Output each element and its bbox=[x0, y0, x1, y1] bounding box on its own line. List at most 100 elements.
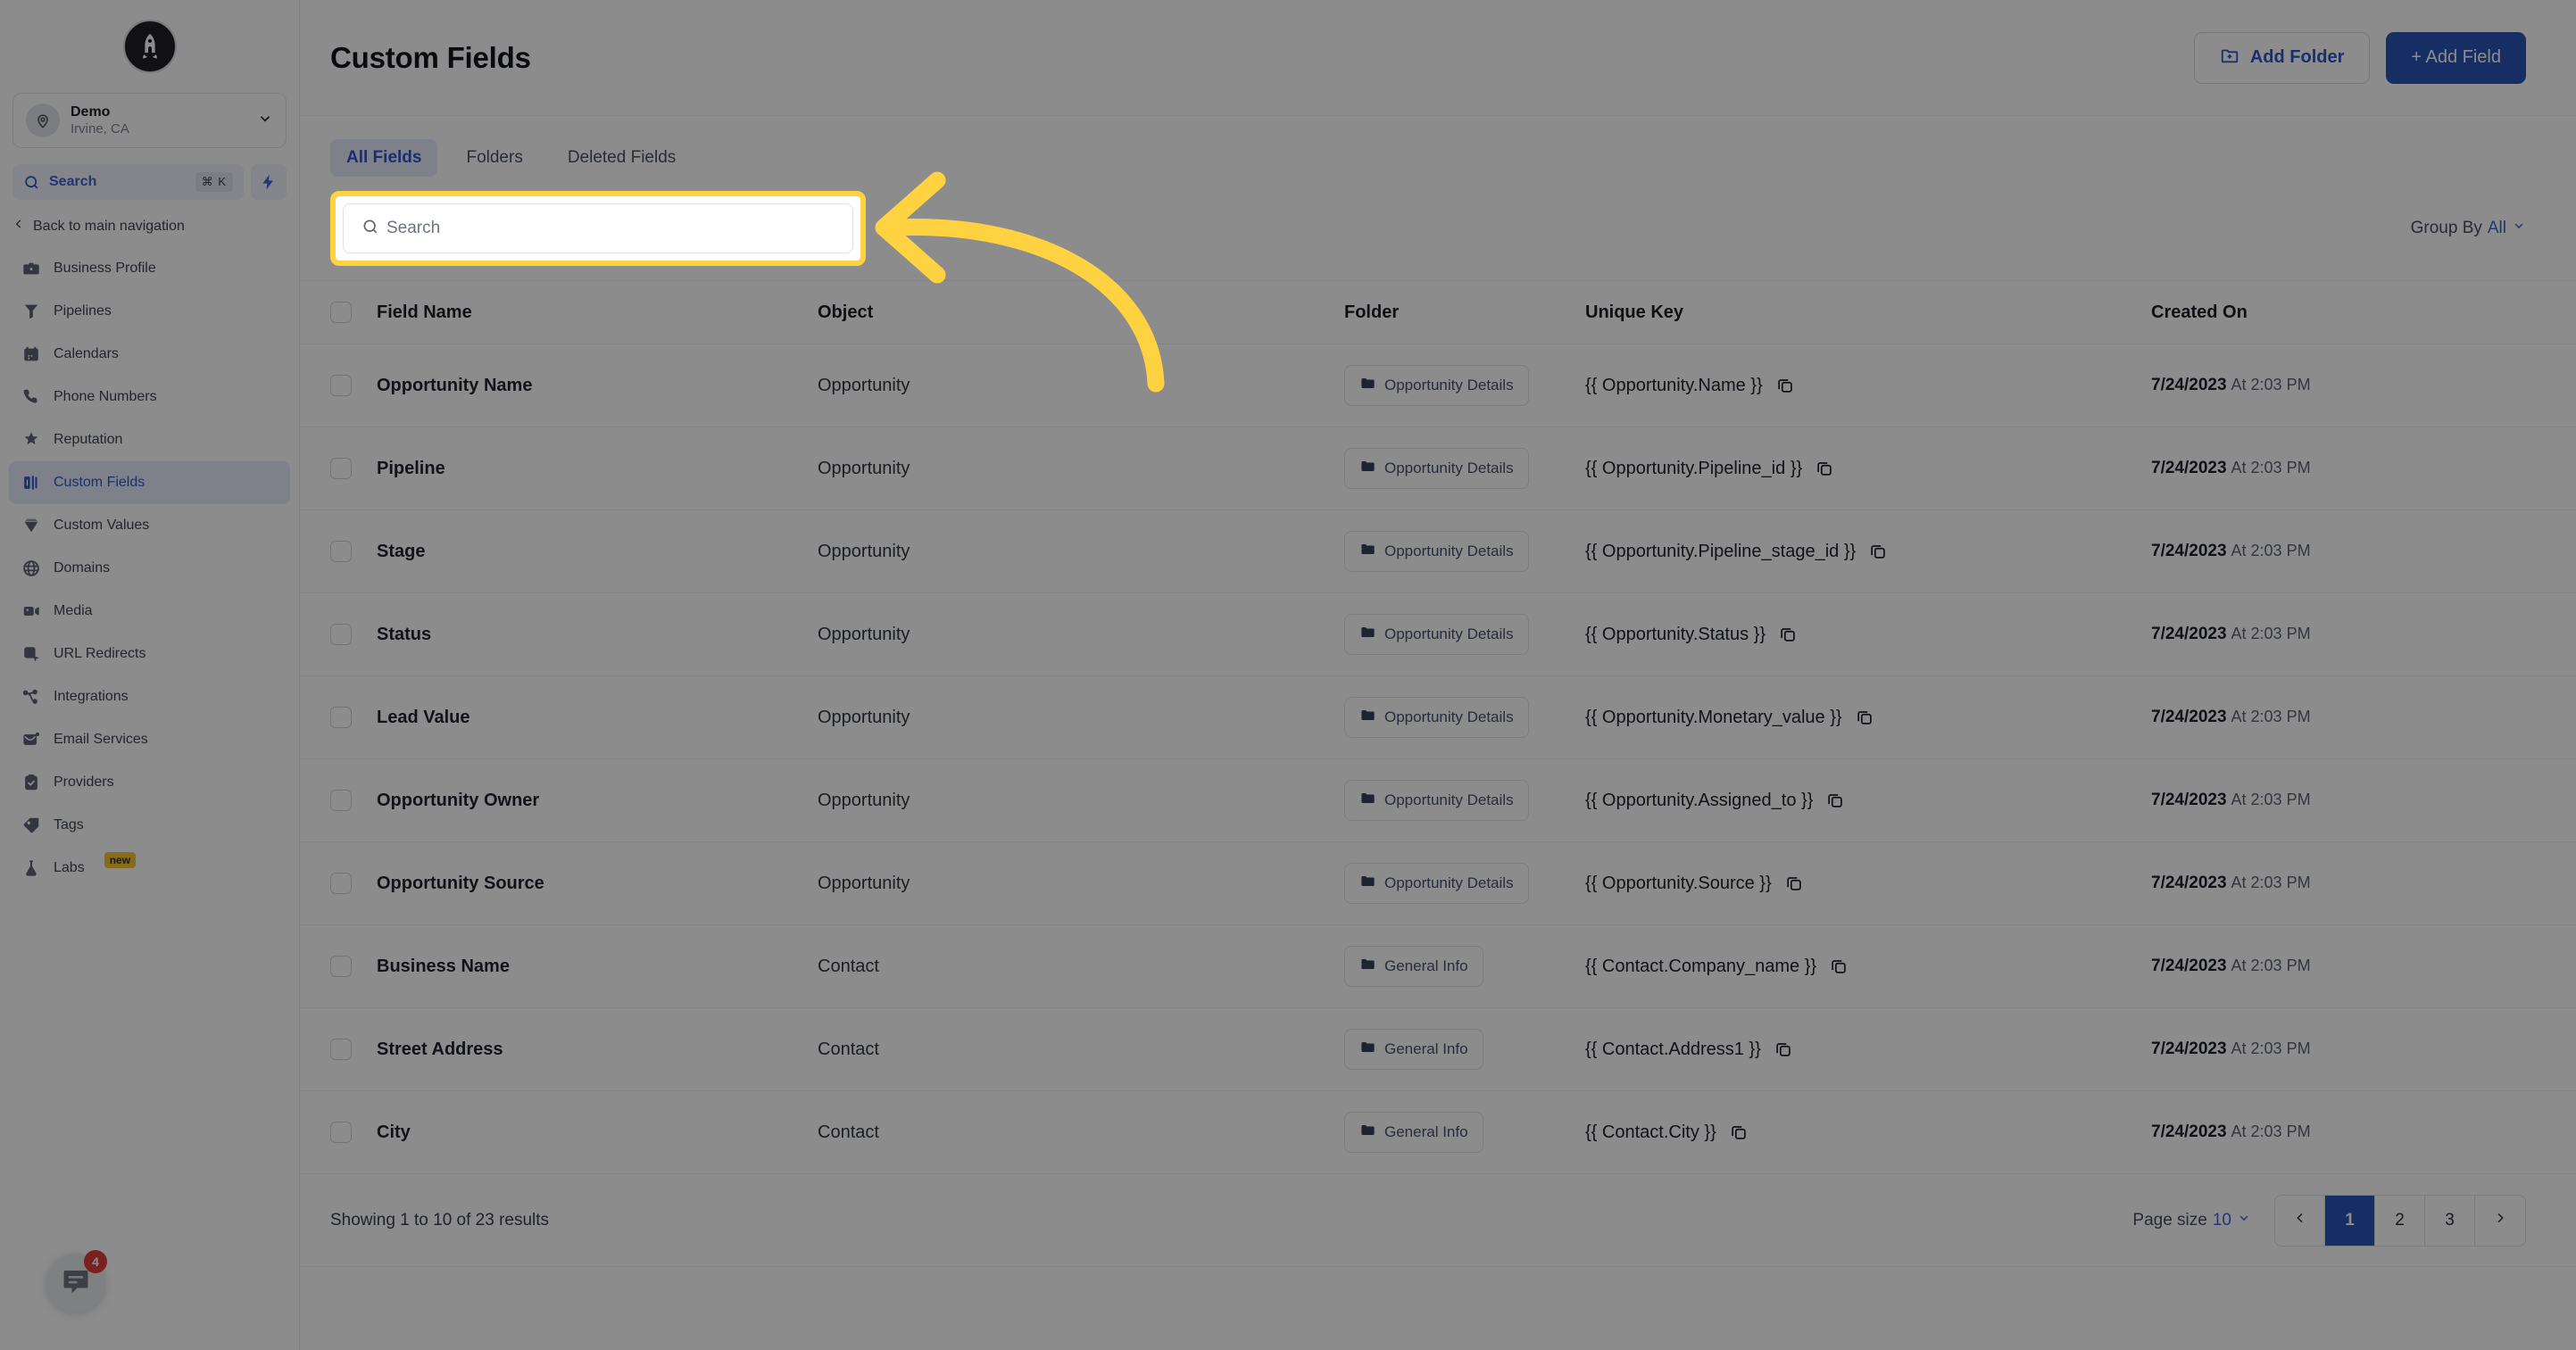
cell-folder: General Info bbox=[1344, 1112, 1585, 1153]
back-to-main-navigation[interactable]: Back to main navigation bbox=[12, 218, 285, 235]
folder-chip[interactable]: Opportunity Details bbox=[1344, 780, 1529, 821]
add-field-button[interactable]: + Add Field bbox=[2386, 31, 2526, 84]
sidebar-item-pipelines[interactable]: Pipelines bbox=[9, 290, 290, 333]
table-row[interactable]: Business Name Contact General Info {{ Conta… bbox=[300, 925, 2576, 1008]
row-checkbox[interactable] bbox=[330, 956, 352, 977]
sidebar-item-phone-numbers[interactable]: Phone Numbers bbox=[9, 376, 290, 418]
pager-prev-button[interactable] bbox=[2275, 1195, 2325, 1246]
table-row[interactable]: Opportunity Source Opportunity Opportunity… bbox=[300, 842, 2576, 925]
folder-chip[interactable]: Opportunity Details bbox=[1344, 365, 1529, 406]
row-checkbox[interactable] bbox=[330, 375, 352, 396]
cell-unique-key: {{ Opportunity.Pipeline_stage_id }} bbox=[1585, 542, 2151, 562]
copy-icon[interactable] bbox=[1774, 1039, 1793, 1059]
sidebar-item-label: Email Services bbox=[54, 732, 148, 747]
copy-icon[interactable] bbox=[1775, 376, 1795, 395]
sidebar-item-url-redirects[interactable]: URL Redirects bbox=[9, 633, 290, 675]
chevron-down-icon[interactable] bbox=[257, 111, 273, 131]
table-row[interactable]: Pipeline Opportunity Opportunity Details {{… bbox=[300, 427, 2576, 510]
pager-next-button[interactable] bbox=[2475, 1195, 2525, 1246]
select-all-checkbox[interactable] bbox=[330, 302, 352, 323]
sidebar-item-business-profile[interactable]: Business Profile bbox=[9, 247, 290, 290]
folder-chip[interactable]: Opportunity Details bbox=[1344, 531, 1529, 572]
row-checkbox[interactable] bbox=[330, 873, 352, 894]
row-checkbox-cell bbox=[330, 790, 377, 811]
copy-icon[interactable] bbox=[1855, 708, 1874, 727]
rocket-logo-icon[interactable] bbox=[122, 20, 177, 73]
tab-folders[interactable]: Folders bbox=[450, 139, 538, 177]
unique-key-text: {{ Opportunity.Pipeline_id }} bbox=[1585, 458, 1803, 478]
copy-icon[interactable] bbox=[1778, 625, 1798, 644]
unique-key-text: {{ Contact.Company_name }} bbox=[1585, 956, 1817, 976]
sidebar-item-domains[interactable]: Domains bbox=[9, 547, 290, 590]
tab-all-fields[interactable]: All Fields bbox=[330, 139, 438, 177]
folder-chip[interactable]: General Info bbox=[1344, 1112, 1483, 1153]
row-checkbox[interactable] bbox=[330, 790, 352, 811]
table-row[interactable]: Opportunity Owner Opportunity Opportunity … bbox=[300, 759, 2576, 842]
created-date: 7/24/2023 bbox=[2151, 376, 2227, 394]
table-row[interactable]: Stage Opportunity Opportunity Details {{ Op… bbox=[300, 510, 2576, 593]
copy-icon[interactable] bbox=[1829, 957, 1849, 976]
sidebar-item-calendars[interactable]: Calendars bbox=[9, 333, 290, 376]
global-search-button[interactable]: Search ⌘ K bbox=[12, 164, 244, 200]
sidebar-item-providers[interactable]: Providers bbox=[9, 761, 290, 804]
tab-deleted-fields[interactable]: Deleted Fields bbox=[552, 139, 692, 177]
column-header-field-name[interactable]: Field Name bbox=[377, 302, 818, 323]
cell-created-on: 7/24/2023 At 2:03 PM bbox=[2151, 625, 2526, 644]
add-folder-button[interactable]: Add Folder bbox=[2193, 31, 2371, 84]
row-checkbox-cell bbox=[330, 624, 377, 645]
table-row[interactable]: Opportunity Name Opportunity Opportunity D… bbox=[300, 344, 2576, 427]
logo-container bbox=[0, 0, 299, 82]
folder-chip[interactable]: Opportunity Details bbox=[1344, 614, 1529, 655]
table-row[interactable]: Lead Value Opportunity Opportunity Details… bbox=[300, 676, 2576, 759]
search-input[interactable]: Search bbox=[386, 219, 440, 238]
location-switcher[interactable]: Demo Irvine, CA bbox=[12, 93, 287, 148]
column-header-object[interactable]: Object bbox=[818, 302, 1344, 323]
folder-chip[interactable]: General Info bbox=[1344, 946, 1483, 987]
chevron-left-icon bbox=[12, 218, 25, 235]
column-header-folder[interactable]: Folder bbox=[1344, 302, 1585, 323]
sidebar-item-media[interactable]: Media bbox=[9, 590, 290, 633]
table-row[interactable]: City Contact General Info {{ Contact.City }… bbox=[300, 1091, 2576, 1174]
folder-chip[interactable]: Opportunity Details bbox=[1344, 448, 1529, 489]
row-checkbox[interactable] bbox=[330, 458, 352, 479]
sidebar-item-labs[interactable]: Labs new bbox=[9, 847, 290, 890]
sidebar-item-email-services[interactable]: Email Services bbox=[9, 718, 290, 761]
row-checkbox[interactable] bbox=[330, 707, 352, 728]
sidebar-item-reputation[interactable]: Reputation bbox=[9, 418, 290, 461]
copy-icon[interactable] bbox=[1825, 791, 1845, 810]
folder-chip[interactable]: Opportunity Details bbox=[1344, 863, 1529, 904]
column-header-created-on[interactable]: Created On bbox=[2151, 302, 2526, 323]
sidebar-item-custom-fields[interactable]: Custom Fields bbox=[9, 461, 290, 504]
created-time: At 2:03 PM bbox=[2231, 874, 2311, 891]
table-row[interactable]: Street Address Contact General Info {{ Cont… bbox=[300, 1008, 2576, 1091]
sidebar-item-custom-values[interactable]: Custom Values bbox=[9, 504, 290, 547]
search-input-wrapper[interactable]: Search bbox=[343, 203, 853, 253]
pager-page-button[interactable]: 2 bbox=[2375, 1195, 2425, 1246]
main-content: Custom Fields Add Folder + Add Field All… bbox=[300, 0, 2576, 1350]
row-checkbox[interactable] bbox=[330, 1039, 352, 1060]
sidebar-item-tags[interactable]: Tags bbox=[9, 804, 290, 847]
copy-icon[interactable] bbox=[1868, 542, 1888, 561]
row-checkbox[interactable] bbox=[330, 1122, 352, 1143]
select-all-checkbox-cell bbox=[330, 302, 377, 323]
page-size-control[interactable]: Page size 10 bbox=[2132, 1211, 2251, 1230]
created-time: At 2:03 PM bbox=[2231, 791, 2311, 808]
copy-icon[interactable] bbox=[1729, 1122, 1749, 1142]
row-checkbox[interactable] bbox=[330, 624, 352, 645]
copy-icon[interactable] bbox=[1784, 874, 1804, 893]
copy-icon[interactable] bbox=[1815, 459, 1834, 478]
unique-key-text: {{ Opportunity.Name }} bbox=[1585, 375, 1763, 395]
group-by-control[interactable]: Group By All bbox=[2411, 219, 2526, 238]
column-header-unique-key[interactable]: Unique Key bbox=[1585, 302, 2151, 323]
lightning-bolt-icon[interactable] bbox=[251, 164, 287, 200]
table-row[interactable]: Status Opportunity Opportunity Details {{ O… bbox=[300, 593, 2576, 676]
row-checkbox[interactable] bbox=[330, 541, 352, 562]
folder-chip[interactable]: Opportunity Details bbox=[1344, 697, 1529, 738]
cell-object: Opportunity bbox=[818, 790, 910, 810]
cell-folder: General Info bbox=[1344, 946, 1585, 987]
chat-widget-button[interactable]: 4 bbox=[46, 1250, 107, 1313]
folder-chip[interactable]: General Info bbox=[1344, 1029, 1483, 1070]
pager-page-button[interactable]: 3 bbox=[2425, 1195, 2475, 1246]
sidebar-item-integrations[interactable]: Integrations bbox=[9, 675, 290, 718]
pager-page-button[interactable]: 1 bbox=[2325, 1195, 2375, 1246]
